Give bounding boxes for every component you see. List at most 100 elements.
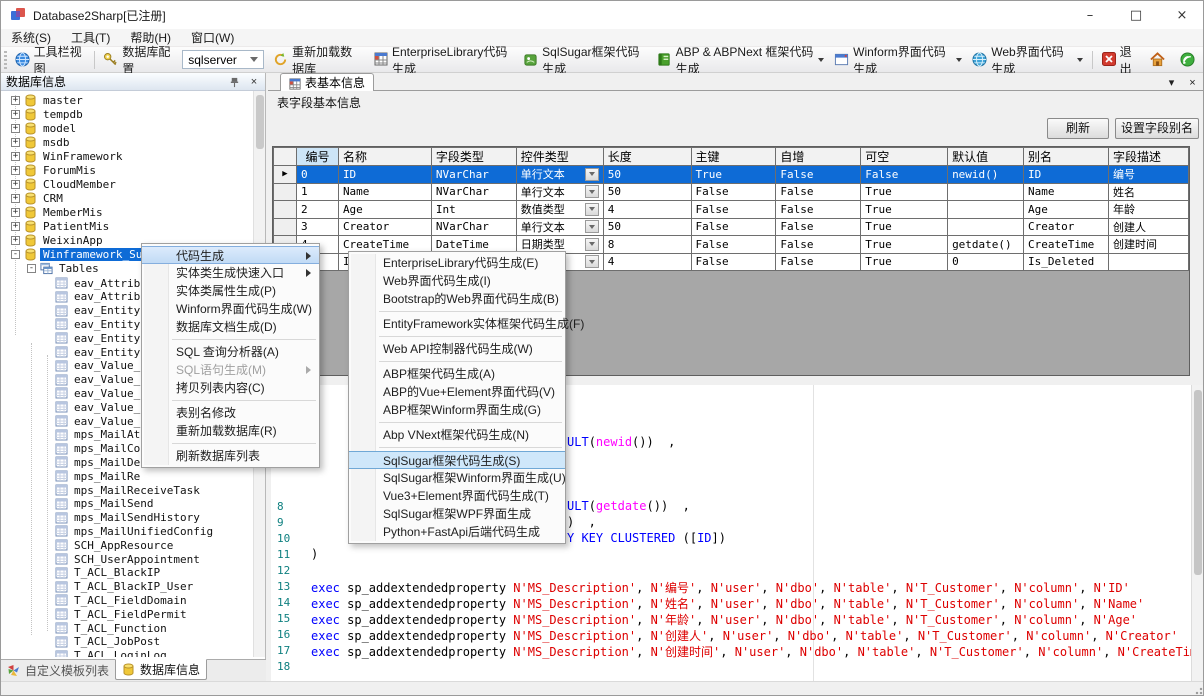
grid-cell[interactable]: False xyxy=(776,166,861,184)
tree-item-database[interactable]: +WeixinApp xyxy=(11,233,106,247)
resize-grip[interactable] xyxy=(1193,685,1203,695)
tree-item-database[interactable]: +PatientMis xyxy=(11,219,112,233)
grid-cell[interactable]: True xyxy=(861,253,948,271)
tree-scrollbar-thumb[interactable] xyxy=(256,95,264,149)
grid-cell[interactable]: 创建时间 xyxy=(1108,236,1188,254)
grid-header-cell[interactable]: 控件类型 xyxy=(516,148,603,166)
toolbar-home-button[interactable] xyxy=(1145,49,1175,71)
sql-vscroll-thumb[interactable] xyxy=(1194,390,1202,575)
tree-item-table[interactable]: T_ACL_FieldPermit xyxy=(55,607,190,621)
sql-code-line[interactable]: ULT(getdate()) , xyxy=(567,499,690,513)
menu-item[interactable]: ABP的Vue+Element界面代码(V) xyxy=(349,383,565,401)
grid-cell[interactable]: NVarChar xyxy=(431,218,516,236)
combo-dropdown-button[interactable] xyxy=(585,168,599,181)
grid-cell[interactable]: True xyxy=(861,183,948,201)
grid-header-cell[interactable]: 名称 xyxy=(338,148,431,166)
tree-item-table[interactable]: eav_Value_ xyxy=(55,414,143,428)
menu-item[interactable]: Vue3+Element界面代码生成(T) xyxy=(349,487,565,505)
tree-item-table[interactable]: eav_Value_ xyxy=(55,400,143,414)
grid-header-cell[interactable]: 编号 xyxy=(296,148,338,166)
tree-item-table[interactable]: eav_Entity xyxy=(55,331,143,345)
tree-item-table[interactable]: T_ACL_Function xyxy=(55,621,170,635)
expand-icon[interactable]: + xyxy=(11,138,20,147)
menu-item[interactable]: EntityFramework实体框架代码生成(F) xyxy=(349,315,565,333)
expand-icon[interactable]: + xyxy=(11,194,20,203)
panel-collapse-icon[interactable]: ▾ xyxy=(1165,76,1178,89)
tree-item-table[interactable]: T_ACL_FieldDomain xyxy=(55,593,190,607)
combo-dropdown-button[interactable] xyxy=(585,238,599,251)
grid-row-selector[interactable] xyxy=(274,201,297,219)
menu-item[interactable]: Winform界面代码生成(W) xyxy=(142,300,319,318)
grid-cell[interactable]: 8 xyxy=(603,236,691,254)
grid-cell[interactable]: False xyxy=(776,201,861,219)
grid-cell[interactable]: 0 xyxy=(948,253,1024,271)
menu-item[interactable]: ABP框架代码生成(A) xyxy=(349,365,565,383)
grid-cell[interactable]: NVarChar xyxy=(431,183,516,201)
tree-item-table[interactable]: eav_Value_ xyxy=(55,359,143,373)
expand-icon[interactable]: + xyxy=(11,236,20,245)
grid-header-cell[interactable]: 长度 xyxy=(603,148,691,166)
grid-cell[interactable] xyxy=(948,201,1024,219)
tree-item-table[interactable]: T_ACL_BlackIP_User xyxy=(55,580,196,594)
sql-code-line[interactable]: exec sp_addextendedproperty N'MS_Descrip… xyxy=(311,595,1144,612)
tab-custom-templates[interactable]: 自定义模板列表 xyxy=(1,660,115,681)
tree-item-table[interactable]: eav_Entity xyxy=(55,345,143,359)
grid-cell[interactable]: True xyxy=(691,166,776,184)
grid-cell[interactable]: Name xyxy=(338,183,431,201)
grid-cell[interactable]: ID xyxy=(1024,166,1109,184)
menu-item[interactable]: 重新加载数据库(R) xyxy=(142,422,319,440)
tree-item-table[interactable]: mps_MailDe xyxy=(55,455,143,469)
menu-item[interactable]: 表别名修改 xyxy=(142,404,319,422)
expand-icon[interactable]: + xyxy=(11,208,20,217)
menu-item[interactable]: 刷新数据库列表 xyxy=(142,447,319,465)
toolbar-feed-button[interactable] xyxy=(1175,49,1204,71)
expand-icon[interactable]: - xyxy=(11,250,20,259)
expand-icon[interactable]: + xyxy=(11,110,20,119)
menu-item[interactable]: 拷贝列表内容(C) xyxy=(142,379,319,397)
menu-item[interactable]: SqlSugar框架WPF界面生成 xyxy=(349,505,565,523)
minimize-button[interactable]: – xyxy=(1067,1,1113,29)
tree-item-table[interactable]: eav_Value_ xyxy=(55,386,143,400)
expand-icon[interactable]: + xyxy=(11,222,20,231)
tree-item-database[interactable]: +tempdb xyxy=(11,107,86,121)
grid-cell[interactable]: newid() xyxy=(948,166,1024,184)
tree-item-table[interactable]: mps_MailCo xyxy=(55,442,143,456)
grid-cell[interactable]: False xyxy=(691,236,776,254)
menu-item[interactable]: Python+FastApi后端代码生成 xyxy=(349,523,565,541)
grid-header-cell[interactable] xyxy=(274,148,297,166)
tree-item-table[interactable]: T_ACL_JobPost xyxy=(55,635,163,649)
tree-item-table[interactable]: mps_MailUnifiedConfig xyxy=(55,524,216,538)
tree-item-database[interactable]: +master xyxy=(11,93,86,107)
sql-code-line[interactable]: ULT(newid()) , xyxy=(567,435,675,449)
grid-row-selector[interactable] xyxy=(274,183,297,201)
tree-item-tables[interactable]: -Tables xyxy=(27,261,102,275)
expand-icon[interactable]: + xyxy=(11,152,20,161)
tree-item-table[interactable]: mps_MailSendHistory xyxy=(55,511,203,525)
menu-item[interactable]: 实体类属性生成(P) xyxy=(142,282,319,300)
grid-cell[interactable]: 3 xyxy=(296,218,338,236)
grid-cell[interactable] xyxy=(1108,253,1188,271)
expand-icon[interactable]: + xyxy=(11,180,20,189)
toolbar-exit-button[interactable]: 退出 xyxy=(1097,49,1145,71)
set-field-alias-button[interactable]: 设置字段别名 xyxy=(1115,118,1199,139)
grid-cell[interactable]: False xyxy=(776,236,861,254)
grid-cell[interactable]: 单行文本 xyxy=(516,183,603,201)
tree-item-table[interactable]: eav_Value_ xyxy=(55,373,143,387)
toolbar-winform-button[interactable]: Winform界面代码生成 xyxy=(829,49,967,71)
grid-cell[interactable]: Name xyxy=(1024,183,1109,201)
grid-cell[interactable]: 年龄 xyxy=(1108,201,1188,219)
menu-item[interactable]: Bootstrap的Web界面代码生成(B) xyxy=(349,290,565,308)
grid-cell[interactable]: 1 xyxy=(296,183,338,201)
toolbar-grip[interactable] xyxy=(4,51,7,69)
grid-cell[interactable] xyxy=(948,218,1024,236)
grid-cell[interactable]: 编号 xyxy=(1108,166,1188,184)
grid-row-selector[interactable]: ▶ xyxy=(274,166,297,184)
grid-header-cell[interactable]: 主键 xyxy=(691,148,776,166)
grid-cell[interactable]: Creator xyxy=(1024,218,1109,236)
grid-cell[interactable]: 姓名 xyxy=(1108,183,1188,201)
grid-header-cell[interactable]: 默认值 xyxy=(948,148,1024,166)
grid-cell[interactable]: 数值类型 xyxy=(516,201,603,219)
grid-cell[interactable]: True xyxy=(861,218,948,236)
menu-item[interactable]: SqlSugar框架代码生成(S) xyxy=(349,451,565,469)
tree-item-table[interactable]: mps_MailRe xyxy=(55,469,143,483)
